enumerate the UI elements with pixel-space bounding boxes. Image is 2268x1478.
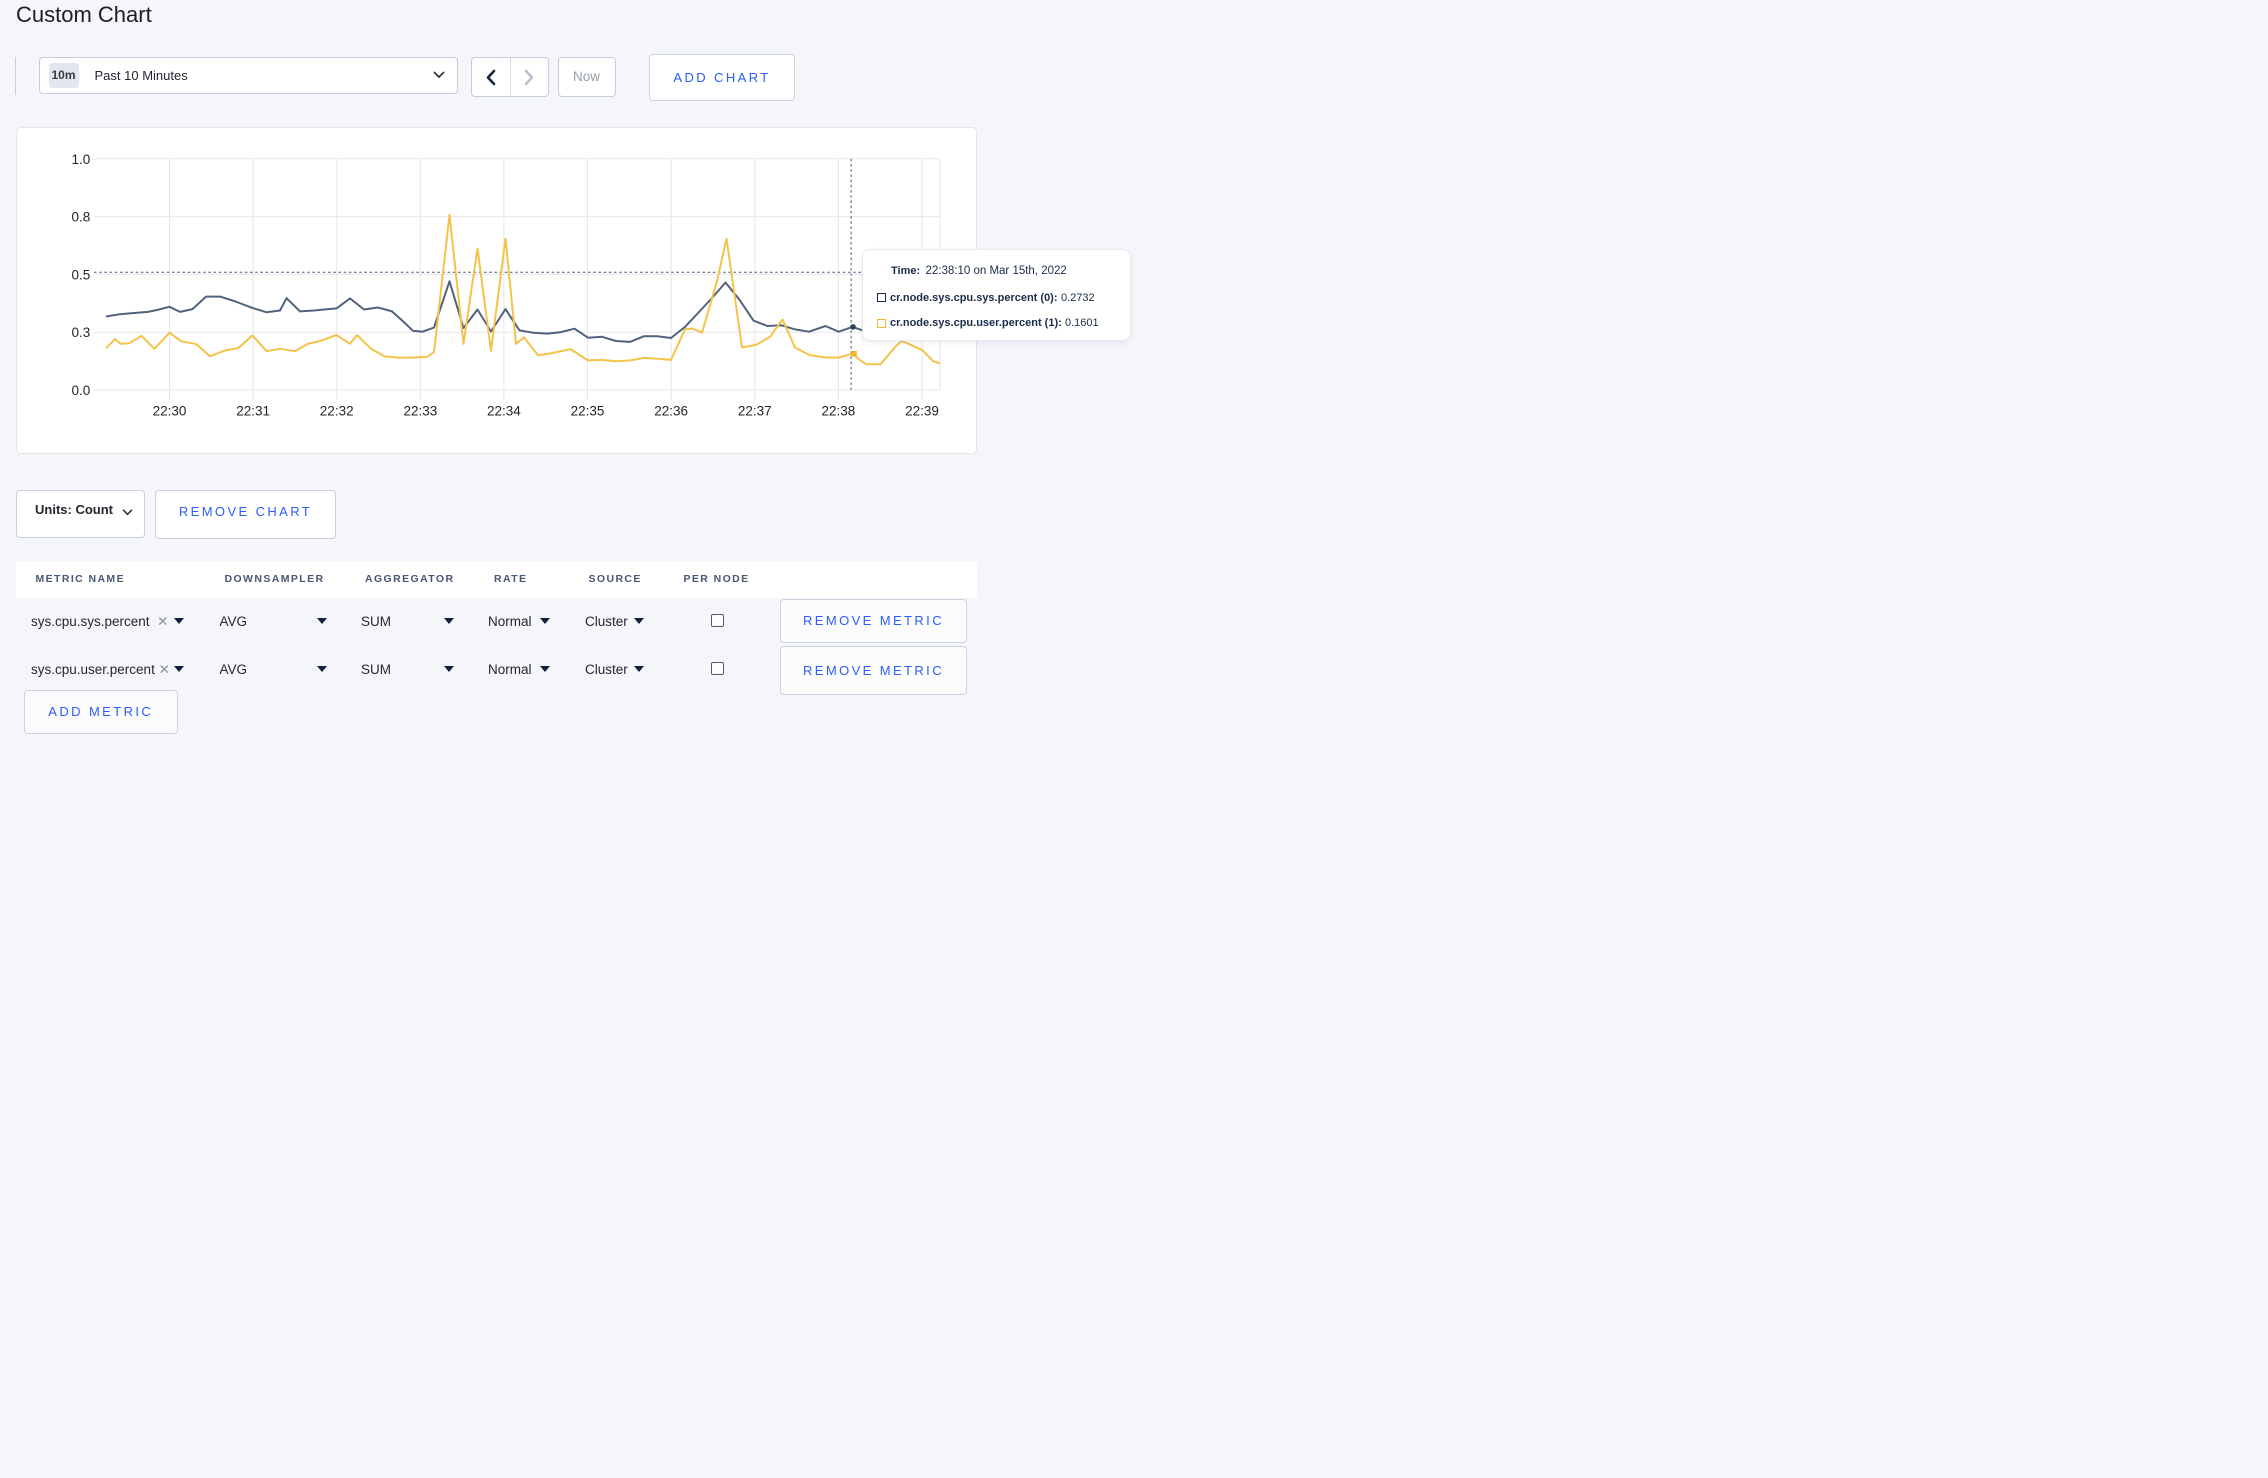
svg-text:22:34: 22:34 — [487, 403, 521, 418]
svg-text:0.5: 0.5 — [72, 267, 91, 282]
svg-text:22:33: 22:33 — [404, 403, 438, 418]
svg-text:0.0: 0.0 — [72, 383, 91, 398]
svg-text:22:36: 22:36 — [654, 403, 688, 418]
svg-text:1.0: 1.0 — [72, 151, 91, 166]
svg-text:22:35: 22:35 — [571, 403, 605, 418]
svg-text:22:32: 22:32 — [320, 403, 354, 418]
svg-text:22:31: 22:31 — [236, 403, 270, 418]
svg-text:22:37: 22:37 — [738, 403, 772, 418]
svg-text:0.3: 0.3 — [72, 325, 91, 340]
svg-text:22:39: 22:39 — [905, 403, 939, 418]
svg-text:0.8: 0.8 — [72, 209, 91, 224]
svg-text:22:30: 22:30 — [153, 403, 187, 418]
svg-text:22:38: 22:38 — [822, 403, 856, 418]
